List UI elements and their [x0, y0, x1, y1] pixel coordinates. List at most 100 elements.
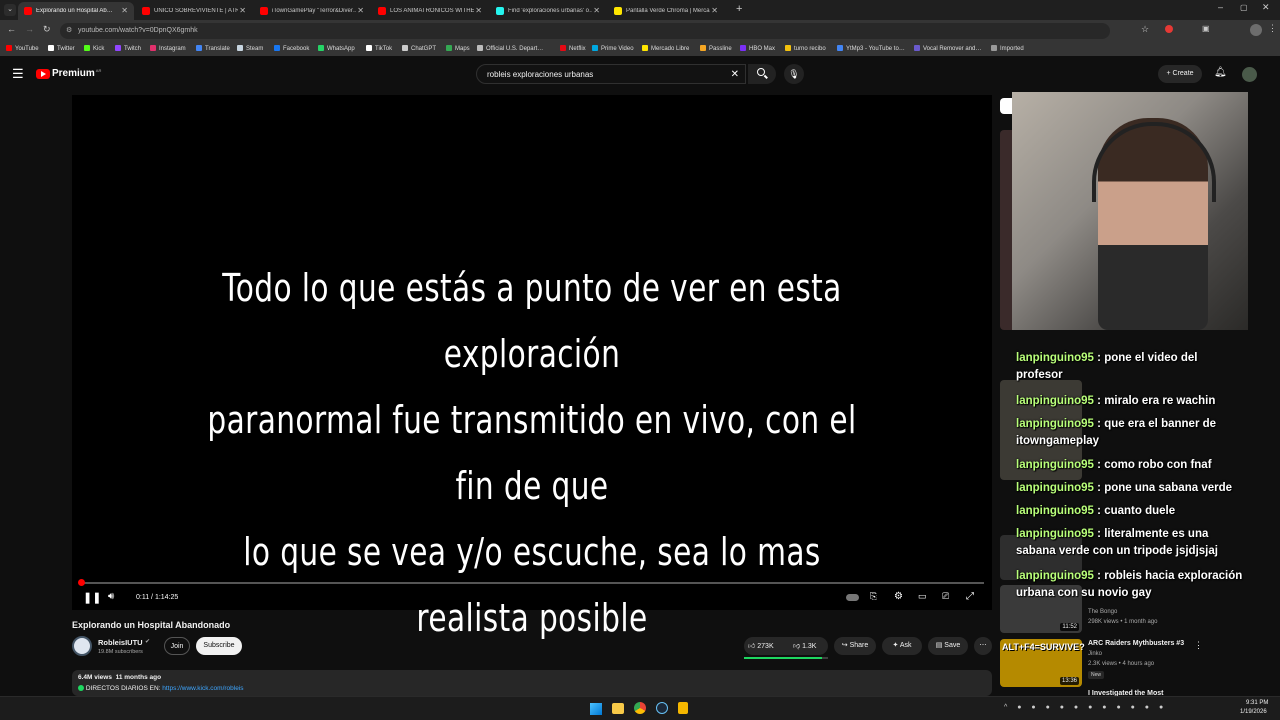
voice-search-icon[interactable]: 🎙	[784, 64, 804, 84]
bookmark-item[interactable]: Maps	[446, 45, 470, 52]
bookmark-item[interactable]: Vocal Remover and…	[914, 45, 981, 52]
browser-tab[interactable]: iTownGamePlay "Terror&Diver… ✕	[254, 2, 370, 20]
tab-close-icon[interactable]: ✕	[711, 6, 718, 15]
bookmark-item[interactable]: Translate	[196, 45, 230, 52]
bookmark-item[interactable]: Passline	[700, 45, 732, 52]
channel-avatar[interactable]	[72, 636, 92, 656]
maximize-icon[interactable]: ▢	[1240, 3, 1248, 12]
more-actions-button[interactable]: ⋯	[974, 637, 992, 655]
user-avatar[interactable]	[1242, 67, 1257, 82]
like-button[interactable]: 👍︎ 273K	[748, 641, 774, 650]
bookmark-item[interactable]: Netflix	[560, 45, 586, 52]
tab-search-icon[interactable]: ⌄	[4, 4, 16, 16]
reload-icon[interactable]: ↻	[43, 24, 51, 35]
new-tab-button[interactable]: +	[736, 3, 742, 15]
app-icon[interactable]	[678, 702, 688, 714]
subtitles-icon[interactable]: ⎘	[870, 591, 877, 602]
system-tray[interactable]: ^ ● ● ● ● ● ● ● ● ● ● ●	[1004, 704, 1167, 711]
chat-separator: :	[1093, 459, 1105, 471]
bookmark-item[interactable]: Twitter	[48, 45, 75, 52]
hamburger-menu-icon[interactable]: ☰	[12, 66, 24, 82]
browser-menu-icon[interactable]: ⋮	[1268, 23, 1277, 34]
bookmark-item[interactable]: Mercado Libre	[642, 45, 689, 52]
bookmark-item[interactable]: Kick	[84, 45, 104, 52]
bookmark-item[interactable]: Official U.S. Depart…	[477, 45, 543, 52]
bookmark-star-icon[interactable]: ☆	[1141, 24, 1149, 35]
bookmark-item[interactable]: Facebook	[274, 45, 309, 52]
file-explorer-icon[interactable]	[612, 703, 624, 714]
sidebar-thumb[interactable]: ALT+F4=SURVIVE? 13:36	[1000, 639, 1085, 687]
miniplayer-icon[interactable]: ▭	[918, 591, 927, 602]
notifications-bell-icon[interactable]: 🔔︎	[1214, 67, 1227, 78]
bookmark-label: WhatsApp	[327, 46, 355, 52]
video-player[interactable]: Todo lo que estás a punto de ver en esta…	[72, 95, 992, 640]
pause-button[interactable]: ❚❚	[83, 591, 101, 604]
bookmark-item[interactable]: YtMp3 - YouTube to…	[837, 45, 905, 52]
bookmark-item[interactable]: WhatsApp	[318, 45, 355, 52]
profile-avatar[interactable]	[1250, 24, 1262, 36]
browser-tab[interactable]: Pantalla Verde Chroma | Merca… ✕	[608, 2, 724, 20]
extensions-puzzle-icon[interactable]: ▣	[1202, 24, 1210, 33]
save-button[interactable]: ▤ Save	[928, 637, 968, 655]
cast-icon[interactable]: ⎚	[942, 591, 949, 602]
settings-gear-icon[interactable]: ⚙	[894, 591, 903, 602]
progress-bar[interactable]	[78, 579, 984, 586]
join-button[interactable]: Join	[164, 637, 190, 655]
close-window-icon[interactable]: ✕	[1262, 2, 1270, 13]
browser-tab[interactable]: LOS ANIMATRÓNICOS WITHER…✕	[372, 2, 488, 20]
steam-icon[interactable]	[656, 702, 668, 714]
site-info-icon[interactable]: ⚙	[66, 23, 72, 39]
chat-separator: :	[1093, 395, 1105, 407]
bookmark-item[interactable]: Twitch	[115, 45, 141, 52]
windows-start-icon[interactable]	[590, 703, 602, 715]
tab-close-icon[interactable]: ✕	[593, 6, 600, 15]
bookmark-item[interactable]: HBO Max	[740, 45, 775, 52]
tab-close-icon[interactable]: ✕	[121, 6, 128, 15]
sidebar-video-title[interactable]: ARC Raiders Mythbusters #3	[1088, 640, 1184, 647]
bookmark-favicon-icon	[785, 45, 791, 51]
tab-close-icon[interactable]: ✕	[357, 6, 364, 15]
url-field[interactable]: ⚙ youtube.com/watch?v=0DpnQX6gmhk	[60, 23, 1110, 39]
search-input[interactable]: robleis exploraciones urbanas ✕	[476, 64, 746, 84]
ask-button[interactable]: ✦ Ask	[882, 637, 922, 655]
bookmark-item[interactable]: ChatGPT	[402, 45, 436, 52]
clock-time[interactable]: 9:31 PM	[1246, 700, 1268, 706]
create-button[interactable]: + Create	[1158, 65, 1202, 83]
bookmark-item[interactable]: Steam	[237, 45, 263, 52]
bookmark-item[interactable]: TikTok	[366, 45, 392, 52]
sidebar-item-menu-icon[interactable]: ⋮	[1194, 640, 1203, 651]
fullscreen-icon[interactable]: ⤢	[966, 591, 974, 602]
bookmark-item[interactable]: Prime Video	[592, 45, 634, 52]
bookmark-item[interactable]: Imported	[991, 45, 1024, 52]
channel-name[interactable]: RobleisIUTU	[98, 638, 143, 647]
minimize-icon[interactable]: –	[1218, 2, 1223, 12]
bookmark-label: turno recibo	[794, 46, 826, 52]
volume-icon[interactable]: 🔊︎	[108, 591, 114, 602]
chat-username: lanpinguino95	[1016, 418, 1094, 430]
search-button[interactable]	[748, 64, 776, 84]
browser-tab[interactable]: UNICO SOBREVIVIENTE | ATRAP✕	[136, 2, 252, 20]
back-icon[interactable]: ←	[7, 24, 16, 34]
browser-tab[interactable]: Find 'exploraciones urbanas' o… ✕	[490, 2, 606, 20]
streamer-webcam	[1012, 92, 1248, 330]
dislike-button[interactable]: 👎︎ 1.3K	[793, 641, 816, 650]
kick-link[interactable]: https://www.kick.com/robleis	[162, 685, 243, 692]
subscribe-button[interactable]: Subscribe	[196, 637, 242, 655]
progress-scrubber[interactable]	[78, 579, 85, 586]
clock-date[interactable]: 1/19/2026	[1240, 709, 1267, 715]
chat-message: lanpinguino95 : cuanto duele	[1016, 503, 1246, 520]
bookmark-item[interactable]: turno recibo	[785, 45, 826, 52]
bookmark-item[interactable]: Instagram	[150, 45, 186, 52]
browser-tab[interactable]: Explorando un Hospital Ab… ✕	[18, 2, 134, 20]
share-button[interactable]: ↪ Share	[834, 637, 876, 655]
autoplay-toggle[interactable]	[846, 594, 859, 601]
extension-icon[interactable]	[1165, 25, 1173, 33]
bookmark-item[interactable]: YouTube	[6, 45, 39, 52]
tab-close-icon[interactable]: ✕	[475, 6, 482, 15]
description-box[interactable]: 6.4M views 11 months ago DIRECTOS DIARIO…	[72, 670, 992, 696]
youtube-logo[interactable]: Premium AR	[36, 68, 101, 79]
clear-search-icon[interactable]: ✕	[731, 65, 739, 84]
tab-close-icon[interactable]: ✕	[239, 6, 246, 15]
forward-icon[interactable]: →	[25, 24, 34, 34]
chrome-icon[interactable]	[634, 702, 646, 714]
